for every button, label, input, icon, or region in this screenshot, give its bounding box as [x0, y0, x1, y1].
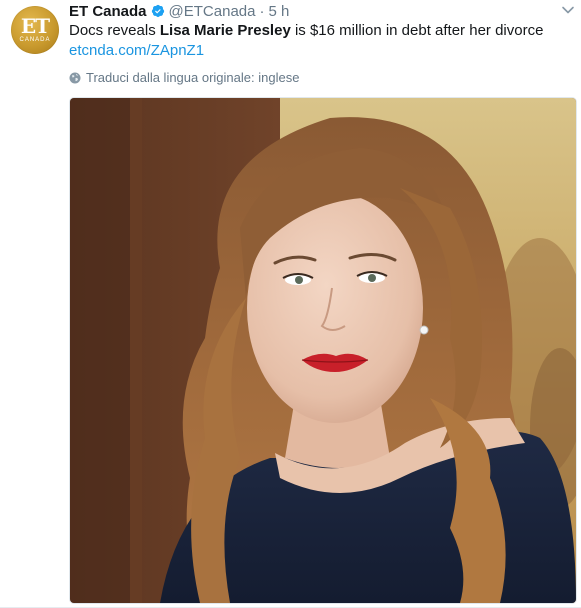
globe-icon — [69, 72, 81, 84]
chevron-down-icon[interactable] — [561, 3, 575, 17]
avatar[interactable]: ET CANADA — [11, 6, 59, 54]
tweet-link[interactable]: etcnda.com/ZApnZ1 — [69, 41, 204, 61]
translate-label: Traduci dalla lingua originale: inglese — [86, 70, 300, 85]
avatar-logo-text: ET — [20, 13, 50, 38]
tweet-timestamp[interactable]: 5 h — [268, 3, 289, 20]
translate-tweet[interactable]: Traduci dalla lingua originale: inglese — [69, 70, 299, 86]
avatar-logo-subtext: CANADA — [19, 36, 51, 43]
portrait-image — [70, 98, 576, 603]
tweet-header: ET Canada @ETCanada · 5 h — [69, 1, 289, 21]
tweet-photo[interactable] — [69, 97, 577, 604]
tweet-text: Docs reveals Lisa Marie Presley is $16 m… — [69, 21, 543, 41]
tweet-card[interactable]: ET CANADA ET Canada @ETCanada · 5 h Docs… — [0, 0, 581, 608]
verified-badge-icon — [151, 4, 164, 18]
account-handle[interactable]: @ETCanada — [169, 3, 256, 20]
account-name[interactable]: ET Canada — [69, 3, 147, 20]
tweet-text-suffix: is $16 million in debt after her divorce — [290, 22, 544, 39]
tweet-text-highlight: Lisa Marie Presley — [159, 22, 291, 39]
tweet-text-prefix: Docs reveals — [69, 22, 160, 39]
separator-dot: · — [259, 2, 265, 20]
